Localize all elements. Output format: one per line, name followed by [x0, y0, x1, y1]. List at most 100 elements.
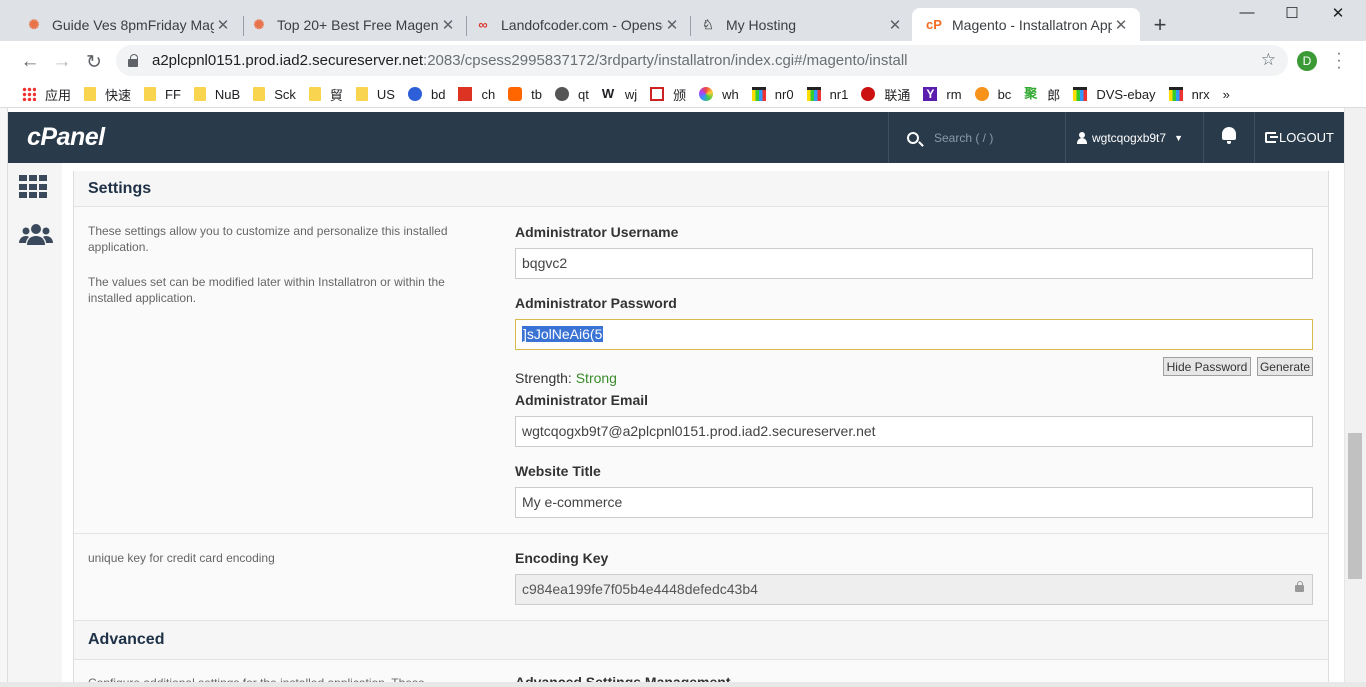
strength-value: Strong [575, 370, 617, 386]
bookmark-item[interactable]: nrx [1168, 87, 1210, 102]
reload-button[interactable]: ↻ [82, 51, 106, 74]
bookmark-item[interactable]: tb [508, 87, 542, 102]
generate-password-button[interactable]: Generate [1257, 357, 1313, 376]
admin-password-label: Administrator Password [515, 295, 677, 311]
bookmark-item[interactable]: 快速 [84, 85, 131, 104]
cpanel-logo[interactable]: cPanel [27, 123, 105, 152]
encoding-key-value: c984ea199fe7f05b4e4448defedc43b4 [522, 581, 758, 597]
bitcoin-icon [974, 87, 989, 101]
cpanel-search[interactable]: Search ( / ) [888, 112, 1064, 163]
admin-username-input[interactable]: bqgvc2 [515, 248, 1313, 279]
ju-icon: 聚 [1024, 86, 1038, 101]
taobao-icon [508, 87, 523, 101]
close-tab-icon[interactable]: ✕ [214, 16, 232, 34]
section-divider [74, 533, 1328, 534]
profile-avatar[interactable]: D [1297, 51, 1317, 71]
close-tab-icon[interactable]: ✕ [886, 16, 904, 34]
page-scrollbar[interactable] [1344, 108, 1366, 687]
advanced-heading[interactable]: Advanced [74, 620, 1328, 660]
bookmark-item[interactable]: NuB [193, 87, 240, 102]
globe-icon [555, 87, 570, 101]
folder-icon [84, 87, 97, 101]
window-edge [0, 108, 8, 687]
bookmark-item[interactable]: Sck [253, 87, 296, 102]
bookmark-item[interactable]: 貿 [308, 85, 343, 104]
bookmark-item[interactable]: Yrm [923, 87, 962, 102]
encoding-key-input: c984ea199fe7f05b4e4448defedc43b4 [515, 574, 1313, 605]
bookmark-item[interactable]: FF [144, 87, 181, 102]
password-value-selected: ]sJolNeAi6(5 [522, 326, 604, 342]
browser-tab-4[interactable]: ♘ My Hosting ✕ [686, 8, 914, 41]
bookmark-item[interactable]: 聚郎 [1024, 85, 1060, 104]
bookmark-item[interactable]: nr0 [751, 87, 794, 102]
bookmark-item[interactable]: bc [974, 87, 1011, 102]
admin-email-input[interactable]: wgtcqogxb9t7@a2plcpnl0151.prod.iad2.secu… [515, 416, 1313, 447]
apps-grid-icon[interactable] [19, 175, 51, 199]
users-icon[interactable] [19, 223, 53, 247]
bookmark-item[interactable]: nr1 [806, 87, 848, 102]
strength-label: Strength: [515, 370, 572, 386]
bookmark-item[interactable]: qt [555, 87, 589, 102]
bookmark-item[interactable]: wh [699, 87, 739, 102]
notifications-button[interactable] [1203, 112, 1255, 163]
tv-icon [751, 87, 766, 101]
search-icon [907, 131, 919, 144]
lock-icon [128, 53, 138, 67]
page-viewport: cPanel Search ( / ) wgtcqogxb9t7 ▼ LOGOU… [0, 108, 1366, 687]
bookmark-item[interactable]: 颁 [650, 85, 686, 104]
bookmark-apps[interactable]: 应用 [22, 85, 71, 104]
hide-password-button[interactable]: Hide Password [1163, 357, 1251, 376]
browser-tab-1[interactable]: ✺ Guide Ves 8pmFriday Mage ✕ [12, 8, 242, 41]
new-tab-button[interactable]: + [1149, 12, 1171, 38]
back-button[interactable]: ← [18, 51, 42, 73]
url-path: :2083/cpsess2995837172/3rdparty/installa… [423, 52, 908, 69]
browser-toolbar: ← → ↻ a2plcpnl0151.prod.iad2.secureserve… [0, 41, 1366, 81]
cpanel-header: cPanel Search ( / ) wgtcqogxb9t7 ▼ LOGOU… [8, 112, 1344, 163]
minimize-button[interactable]: — [1224, 4, 1270, 21]
bookmark-item[interactable]: ch [458, 87, 495, 102]
cpanel-sidebar [8, 163, 62, 687]
address-bar[interactable]: a2plcpnl0151.prod.iad2.secureserver.net:… [116, 45, 1288, 76]
close-tab-icon[interactable]: ✕ [439, 16, 457, 34]
settings-heading: Settings [74, 171, 1328, 207]
ch-icon [458, 87, 473, 101]
browser-menu-icon[interactable]: · · · [1332, 46, 1346, 76]
baidu-icon [407, 87, 422, 101]
unicom-icon [861, 87, 876, 101]
logout-button[interactable]: LOGOUT [1265, 112, 1345, 163]
website-title-label: Website Title [515, 463, 601, 479]
user-icon [1076, 131, 1088, 144]
admin-password-input[interactable]: ]sJolNeAi6(5 [515, 319, 1313, 350]
user-menu-button[interactable]: wgtcqogxb9t7 ▼ [1065, 112, 1203, 163]
website-title-input[interactable]: My e-commerce [515, 487, 1313, 518]
folder-icon [193, 87, 206, 101]
maximize-button[interactable]: ☐ [1269, 4, 1315, 22]
bookmark-item[interactable]: 联通 [861, 85, 910, 104]
bookmark-star-icon[interactable]: ☆ [1261, 50, 1276, 70]
close-tab-icon[interactable]: ✕ [1112, 16, 1130, 34]
bookmark-item[interactable]: DVS-ebay [1073, 87, 1156, 102]
bookmarks-bar: 应用 快速 FF NuB Sck 貿 US bd ch tb qt Wwj 颁 … [0, 81, 1366, 108]
browser-tab-5-active[interactable]: cP Magento - Installatron Appl ✕ [912, 8, 1140, 41]
encoding-key-label: Encoding Key [515, 550, 609, 566]
spinner-icon: ✺ [28, 16, 40, 32]
tv-icon [1073, 87, 1088, 101]
scrollbar-thumb[interactable] [1348, 433, 1362, 579]
hosting-icon: ♘ [702, 16, 714, 32]
more-bookmarks-icon[interactable]: » [1223, 87, 1230, 102]
settings-description-2: The values set can be modified later wit… [88, 275, 445, 305]
url-host: a2plcpnl0151.prod.iad2.secureserver.net [152, 52, 424, 69]
caret-down-icon: ▼ [1174, 132, 1183, 143]
lock-icon [1295, 581, 1304, 592]
landofcoder-icon: ∞ [478, 17, 488, 32]
bookmark-item[interactable]: Wwj [602, 87, 637, 102]
apps-grid-icon [22, 87, 36, 101]
bookmark-item[interactable]: bd [407, 87, 445, 102]
close-window-button[interactable]: ✕ [1315, 4, 1361, 22]
browser-tab-2[interactable]: ✺ Top 20+ Best Free Magento ✕ [237, 8, 467, 41]
close-tab-icon[interactable]: ✕ [663, 16, 681, 34]
browser-tab-3[interactable]: ∞ Landofcoder.com - Openso ✕ [461, 8, 691, 41]
tv-icon [806, 87, 821, 101]
forward-button[interactable]: → [50, 51, 74, 73]
bookmark-item[interactable]: US [355, 87, 395, 102]
